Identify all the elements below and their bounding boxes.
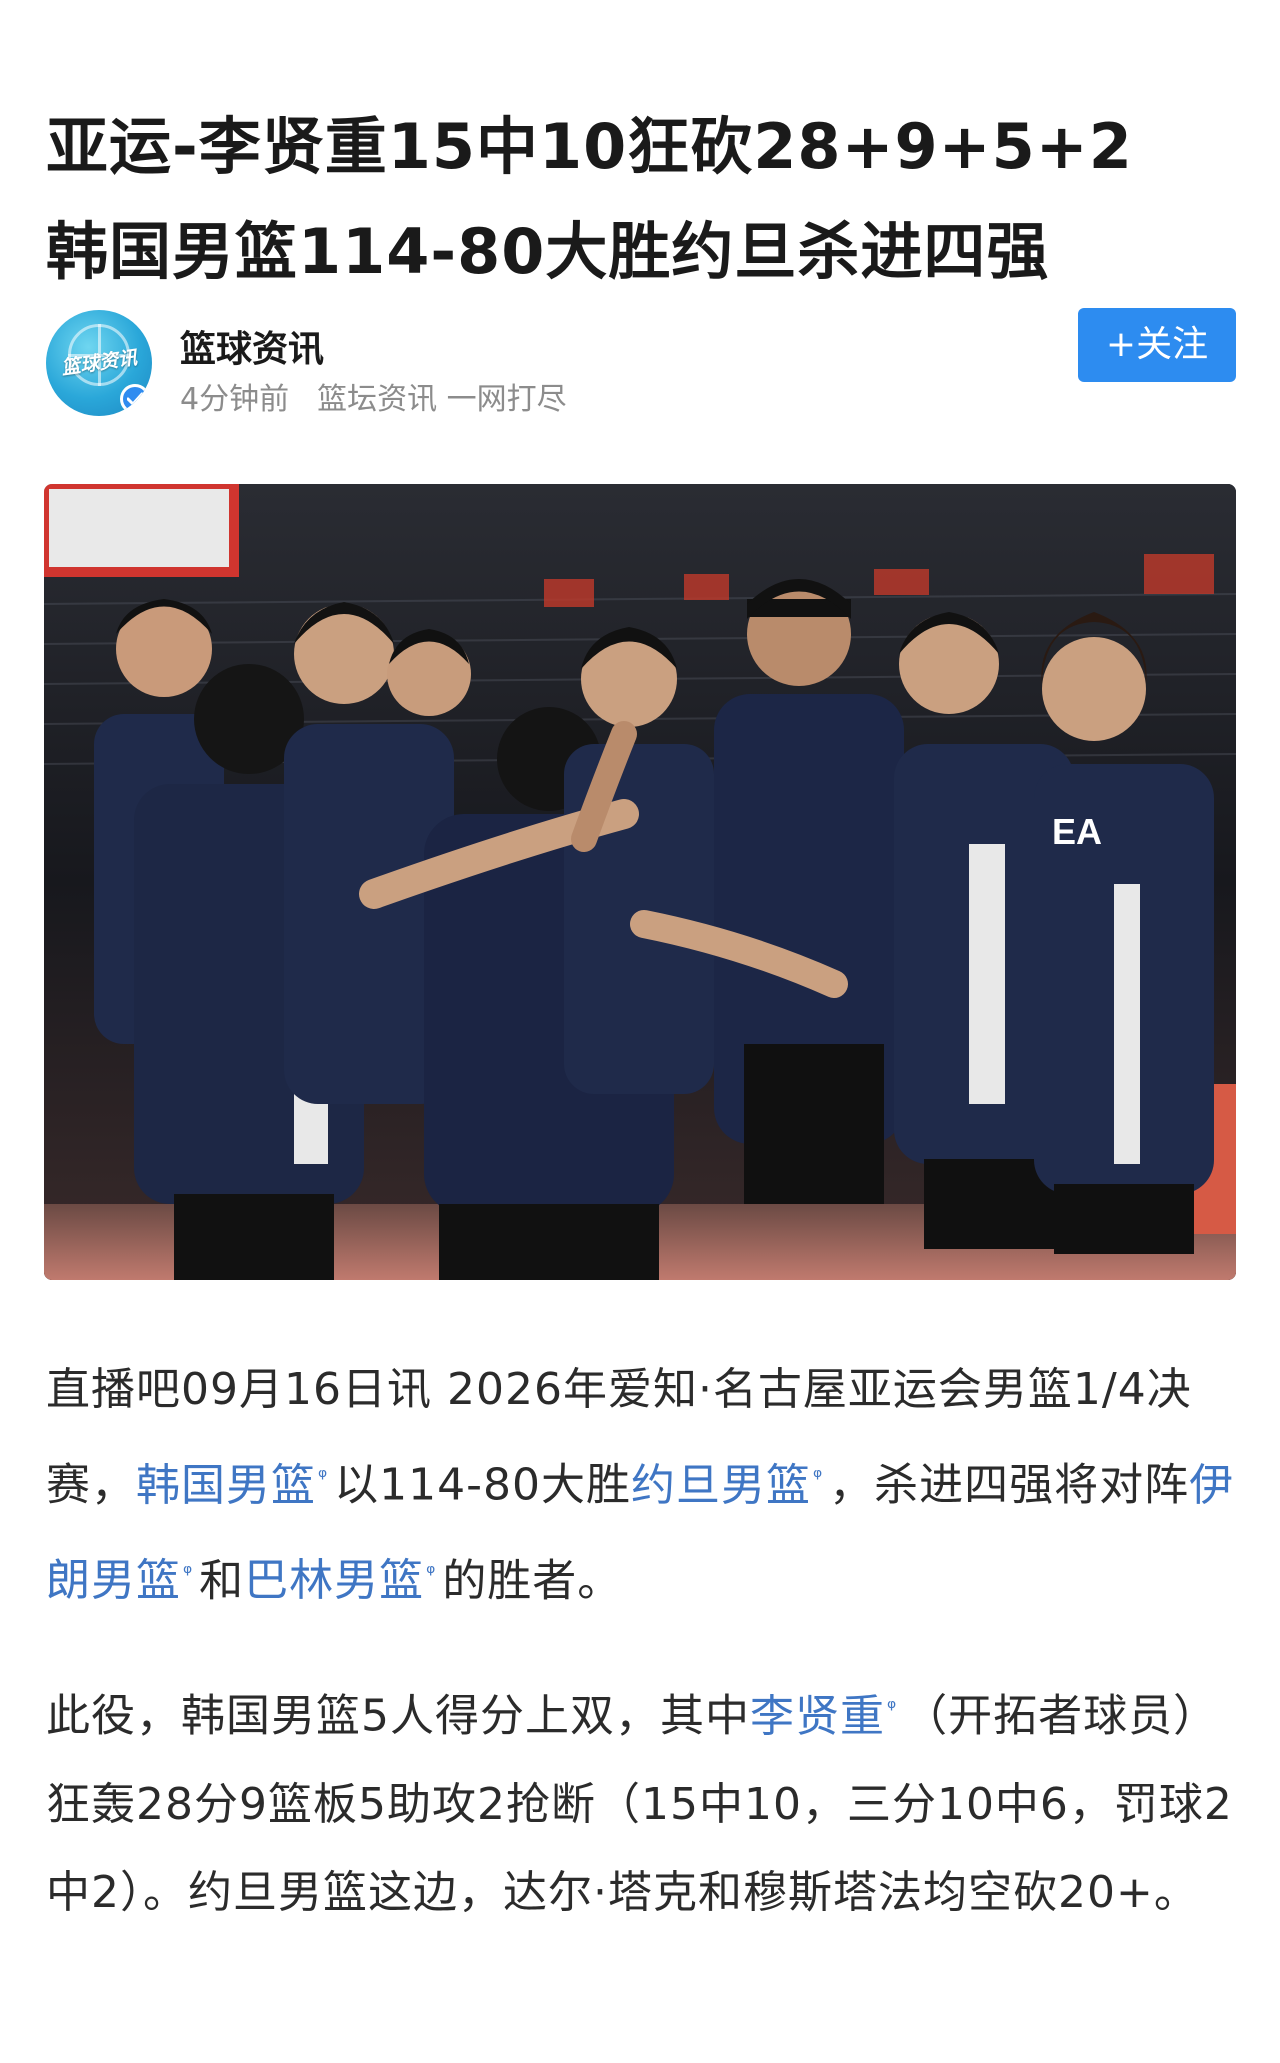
paragraph-text: 的胜者。 (442, 1555, 623, 1607)
link-player-name[interactable]: 李贤重ᵠ (750, 1691, 903, 1742)
search-icon: ᵠ (813, 1465, 824, 1490)
link-bahrain-team[interactable]: 巴林男篮ᵠ (244, 1555, 442, 1606)
title-line-1: 亚运-李贤重15中10狂砍28+9+5+2 (46, 109, 1133, 183)
jersey-text: EA (1052, 811, 1102, 852)
article-page: 亚运-李贤重15中10狂砍28+9+5+2 韩国男篮114-80大胜约旦杀进四强… (0, 0, 1280, 2063)
search-icon: ᵠ (318, 1465, 329, 1490)
verified-icon (120, 384, 150, 414)
link-text: 韩国男篮 (136, 1459, 316, 1511)
author-name[interactable]: 篮球资讯 (180, 320, 324, 372)
link-text: 约旦男篮 (631, 1459, 812, 1511)
author-meta: 4分钟前 篮坛资讯 一网打尽 (180, 374, 567, 418)
article-title: 亚运-李贤重15中10狂砍28+9+5+2 韩国男篮114-80大胜约旦杀进四强 (46, 94, 1236, 304)
link-text: 李贤重 (750, 1690, 885, 1742)
paragraph-2: 此役，韩国男篮5人得分上双，其中李贤重ᵠ （开拓者球员）狂轰28分9篮板5助攻2抢… (46, 1665, 1236, 1937)
paragraph-1: 直播吧09月16日讯 2026年爱知·名古屋亚运会男篮1/4决赛，韩国男篮ᵠ 以1… (46, 1346, 1236, 1625)
author-row: 篮球资讯 篮球资讯 4分钟前 篮坛资讯 一网打尽 +关注 (46, 308, 1236, 418)
article-photo[interactable]: EA (44, 484, 1236, 1280)
follow-button[interactable]: +关注 (1078, 308, 1236, 382)
author-tagline: 篮坛资讯 一网打尽 (317, 382, 567, 417)
paragraph-text: 和 (199, 1555, 245, 1607)
article-body: 直播吧09月16日讯 2026年爱知·名古屋亚运会男篮1/4决赛，韩国男篮ᵠ 以1… (46, 1346, 1236, 1977)
paragraph-text: 此役，韩国男篮5人得分上双，其中 (46, 1690, 750, 1742)
search-icon: ᵠ (426, 1560, 437, 1586)
link-korea-team[interactable]: 韩国男篮ᵠ (136, 1460, 334, 1511)
search-icon: ᵠ (183, 1560, 194, 1586)
search-icon: ᵠ (887, 1696, 898, 1722)
team-huddle-image: EA (44, 484, 1236, 1280)
link-jordan-team[interactable]: 约旦男篮ᵠ (631, 1460, 829, 1511)
post-time: 4分钟前 (180, 382, 290, 417)
paragraph-text: ，杀进四强将对阵 (829, 1459, 1190, 1511)
avatar[interactable]: 篮球资讯 (46, 310, 152, 416)
paragraph-text: 以114-80大胜 (334, 1459, 632, 1511)
title-line-2: 韩国男篮114-80大胜约旦杀进四强 (46, 214, 1050, 288)
link-text: 巴林男篮 (244, 1555, 425, 1607)
